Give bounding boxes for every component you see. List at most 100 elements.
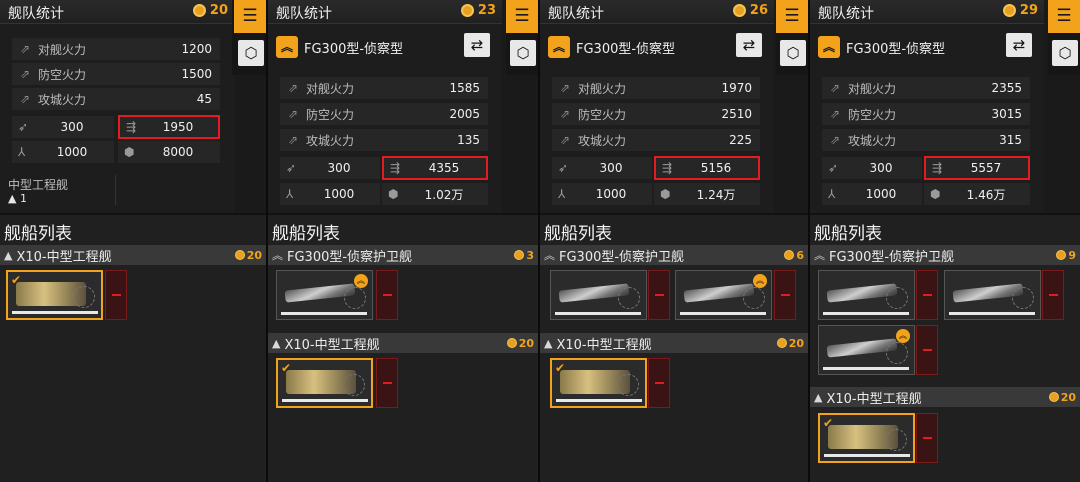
capacity-box: ⬢ 1.24万 (654, 183, 760, 205)
group-cost-value: 20 (788, 336, 804, 350)
remove-ship-button[interactable] (376, 270, 398, 320)
flagship-name: FG300型-侦察型 (576, 41, 676, 57)
ship-list-section: 舰船列表 ︽ FG300型-侦察护卫舰 9 ︽ ▲ X10-中型工程舰 20 ✔ (810, 213, 1080, 482)
stats-header: 舰队统计 29 (810, 0, 1044, 24)
hp-icon: ⅄ (828, 187, 836, 201)
cube-button[interactable]: ⬡ (1052, 40, 1078, 66)
firepower-total-value: 4355 (428, 161, 460, 175)
ship-count-value: 1 (19, 192, 27, 205)
cargo-cube-icon: ⬢ (660, 187, 671, 201)
remove-ship-button[interactable] (916, 413, 938, 463)
remove-ship-button[interactable] (105, 270, 127, 320)
fleet-cost: 29 (1002, 3, 1038, 18)
menu-button[interactable]: ☰ (1048, 0, 1080, 33)
stat-label: 攻城火力 (848, 133, 897, 148)
ship-card-engineering[interactable]: ✔ (818, 413, 915, 463)
stat-value: 135 (457, 133, 480, 147)
ship-card-frigate[interactable] (944, 270, 1041, 320)
cube-icon: ⬡ (1058, 44, 1072, 62)
ship-group-header[interactable]: ▲ X10-中型工程舰 20 (268, 333, 538, 353)
ship-group-header[interactable]: ▲ X10-中型工程舰 20 (540, 333, 808, 353)
stat-label: 对舰火力 (38, 42, 87, 57)
ship-group-header[interactable]: ▲ X10-中型工程舰 20 (810, 387, 1080, 407)
panel-title: 舰队统计 (8, 6, 64, 22)
ship-group-header[interactable]: ︽ FG300型-侦察护卫舰 6 (540, 245, 808, 265)
hp-value: 1000 (865, 187, 897, 201)
group-cost: 9 (1056, 249, 1076, 262)
remove-ship-button[interactable] (1042, 270, 1064, 320)
firepower-total-box: ⇶ 1950 (118, 115, 220, 139)
fleet-stats-section: 舰队统计 26 ︽ FG300型-侦察型 ⇄ ⇗ 对舰火力 1970 ⇗ 防空火力 251… (540, 0, 774, 213)
anti-air-icon: ⇗ (20, 67, 31, 81)
ship-group-header[interactable]: ︽ FG300型-侦察护卫舰 9 (810, 245, 1080, 265)
menu-button[interactable]: ☰ (506, 0, 538, 33)
siege-icon: ⇗ (830, 133, 841, 147)
radar-icon (73, 286, 95, 308)
speed-value: 300 (60, 120, 84, 134)
capacity-value: 1.02万 (424, 187, 464, 202)
stat-value: 2005 (449, 107, 480, 121)
swap-arrows-icon: ⇄ (470, 36, 484, 54)
cube-button[interactable]: ⬡ (510, 40, 536, 66)
anti-ship-icon: ⇗ (20, 42, 31, 56)
firepower-icon: ⇶ (932, 161, 943, 175)
stat-row-anti-ship: ⇗ 对舰火力 1970 (552, 77, 760, 99)
firepower-icon: ⇶ (662, 161, 673, 175)
swap-button[interactable]: ⇄ (736, 33, 762, 57)
ship-card-engineering[interactable]: ✔ (276, 358, 373, 408)
fleet-stats-section: 舰队统计 29 ︽ FG300型-侦察型 ⇄ ⇗ 对舰火力 2355 ⇗ 防空火力 301… (810, 0, 1044, 213)
swap-button[interactable]: ⇄ (464, 33, 490, 57)
ship-list-title: 舰船列表 (544, 224, 612, 244)
cube-button[interactable]: ⬡ (780, 40, 806, 66)
ship-group-header[interactable]: ▲ X10-中型工程舰 20 (0, 245, 266, 265)
stat-value: 45 (196, 92, 212, 106)
group-cost: 3 (514, 249, 534, 262)
stat-label: 防空火力 (38, 67, 87, 82)
ship-card-engineering[interactable]: ✔ (550, 358, 647, 408)
hp-value: 1000 (595, 187, 627, 201)
remove-ship-button[interactable] (916, 270, 938, 320)
speed-box: ➶ 300 (12, 116, 114, 138)
ship-card-frigate[interactable]: ︽ (818, 325, 915, 375)
list-icon: ☰ (242, 6, 258, 26)
remove-ship-button[interactable] (648, 270, 670, 320)
speed-value: 300 (869, 161, 893, 175)
hp-icon: ⅄ (286, 187, 294, 201)
group-name: FG300型-侦察护卫舰 (287, 249, 413, 265)
stat-row-anti-ship: ⇗ 对舰火力 1200 (12, 38, 220, 60)
group-name: X10-中型工程舰 (16, 249, 112, 265)
stat-value: 2355 (991, 81, 1022, 95)
remove-ship-button[interactable] (774, 270, 796, 320)
side-toolbar: ☰ ⬡ (1048, 0, 1080, 75)
cube-icon: ⬡ (786, 44, 800, 62)
group-cost: 20 (776, 336, 804, 350)
remove-ship-button[interactable] (376, 358, 398, 408)
ship-card-frigate[interactable]: ︽ (675, 270, 772, 320)
speed-box: ➶ 300 (280, 157, 380, 179)
ship-card-frigate[interactable] (550, 270, 647, 320)
radar-icon (617, 374, 639, 396)
chevron-rank-icon: ︽ (272, 249, 283, 262)
firepower-total-value: 5156 (700, 161, 732, 175)
cost-coin-icon (192, 4, 206, 17)
anti-ship-icon: ⇗ (830, 81, 841, 95)
ship-count-icon: ▲ (8, 192, 20, 205)
remove-ship-button[interactable] (648, 358, 670, 408)
ship-card-frigate[interactable]: ︽ (276, 270, 373, 320)
siege-icon: ⇗ (560, 133, 571, 147)
ship-group-header[interactable]: ︽ FG300型-侦察护卫舰 3 (268, 245, 538, 265)
group-ship-icon: ▲ (544, 336, 553, 350)
stat-row-anti-air: ⇗ 防空火力 2005 (280, 103, 488, 125)
anti-ship-icon: ⇗ (288, 81, 299, 95)
flagship-name: FG300型-侦察型 (304, 41, 404, 57)
ship-card-frigate[interactable] (818, 270, 915, 320)
cargo-cube-icon: ⬢ (124, 145, 135, 159)
firepower-total-box: ⇶ 5557 (924, 156, 1030, 180)
menu-button[interactable]: ☰ (234, 0, 266, 33)
cube-button[interactable]: ⬡ (238, 40, 264, 66)
stat-label: 对舰火力 (848, 81, 897, 96)
swap-button[interactable]: ⇄ (1006, 33, 1032, 57)
ship-card-engineering[interactable]: ✔ (6, 270, 103, 320)
remove-ship-button[interactable] (916, 325, 938, 375)
menu-button[interactable]: ☰ (776, 0, 808, 33)
